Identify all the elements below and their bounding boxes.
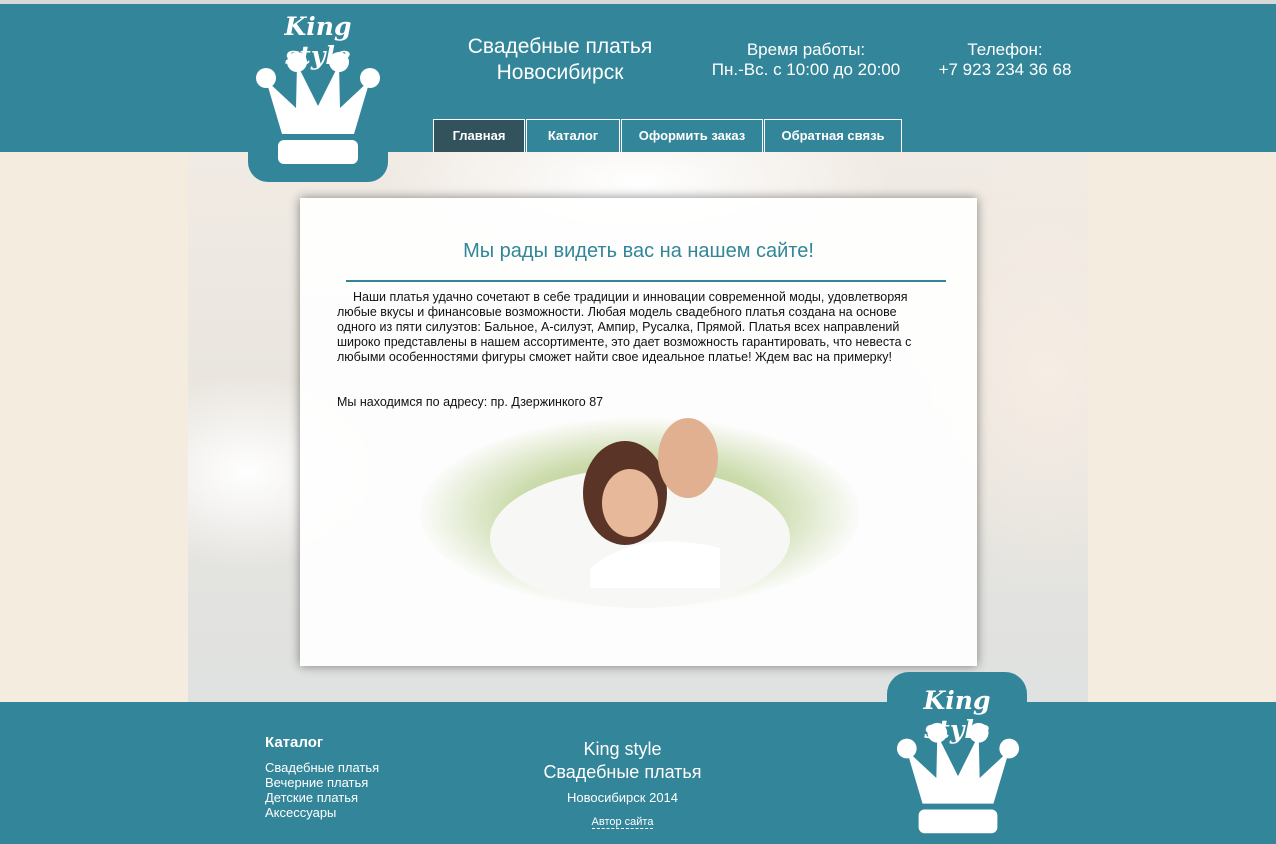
nav-catalog[interactable]: Каталог xyxy=(526,119,620,152)
footer-logo[interactable]: King style xyxy=(887,672,1027,844)
footer-link-evening[interactable]: Вечерние платья xyxy=(265,775,379,790)
footer-author: Автор сайта xyxy=(520,816,725,829)
author-link[interactable]: Автор сайта xyxy=(591,816,654,829)
main-nav: Главная Каталог Оформить заказ Обратная … xyxy=(433,119,903,152)
hours-label: Время работы: xyxy=(746,40,866,59)
footer-catalog-list: Свадебные платья Вечерние платья Детские… xyxy=(265,760,379,820)
heading-divider xyxy=(346,280,946,282)
footer-link-accessories[interactable]: Аксессуары xyxy=(265,805,379,820)
page-heading: Мы рады видеть вас на нашем сайте! xyxy=(463,240,814,262)
intro-paragraph: Наши платья удачно сочетают в себе тради… xyxy=(337,290,912,364)
crown-icon xyxy=(256,52,380,164)
phone-label: Телефон: xyxy=(967,40,1043,59)
nav-home[interactable]: Главная xyxy=(433,119,525,152)
footer-link-wedding[interactable]: Свадебные платья xyxy=(265,760,379,775)
nav-feedback[interactable]: Обратная связь xyxy=(764,119,902,152)
site-title: Свадебные платья Новосибирск xyxy=(440,34,680,86)
couple-photo xyxy=(420,418,860,608)
footer-crown-icon xyxy=(896,722,1020,834)
phone-block: Телефон: +7 923 234 36 68 xyxy=(925,40,1085,80)
content-card: Мы рады видеть вас на нашем сайте! Наши … xyxy=(300,198,977,666)
hours-value: Пн.-Вс. с 10:00 до 20:00 xyxy=(711,60,901,79)
intro-text: Наши платья удачно сочетают в себе тради… xyxy=(337,290,937,365)
footer-catalog-title: Каталог xyxy=(265,734,324,751)
site-title-line1: Свадебные платья xyxy=(467,35,653,58)
address-text: Мы находимся по адресу: пр. Дзержинкого … xyxy=(337,395,604,409)
footer-city-year: Новосибирск 2014 xyxy=(566,790,679,805)
phone-value: +7 923 234 36 68 xyxy=(938,60,1072,79)
footer-brand-line2: Свадебные платья xyxy=(543,762,702,782)
header-logo[interactable]: King style xyxy=(248,4,388,182)
couple-illustration xyxy=(490,418,790,608)
footer-link-kids[interactable]: Детские платья xyxy=(265,790,379,805)
footer-brand-line1: King style xyxy=(583,739,662,759)
nav-order[interactable]: Оформить заказ xyxy=(621,119,763,152)
working-hours: Время работы: Пн.-Вс. с 10:00 до 20:00 xyxy=(700,40,912,80)
site-title-line2: Новосибирск xyxy=(496,61,624,84)
footer-brand: King style Свадебные платья xyxy=(520,738,725,784)
